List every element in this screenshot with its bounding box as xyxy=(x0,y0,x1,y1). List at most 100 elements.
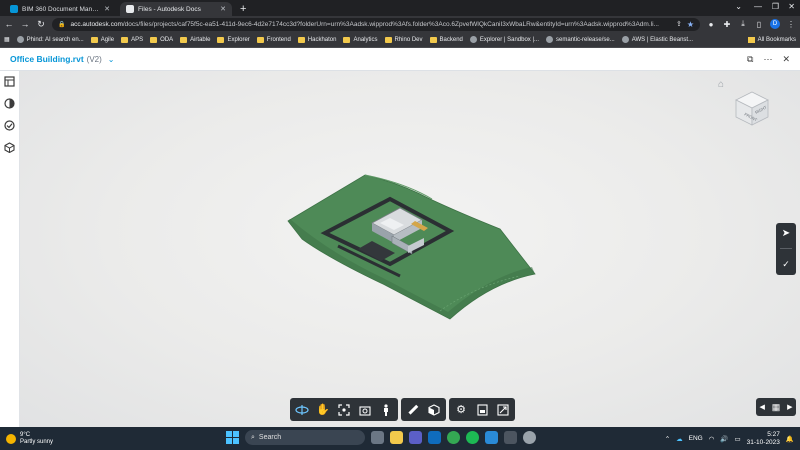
model-viewer-canvas[interactable]: ⌂ FRONT RIGHT ➤ ✓ ✋ ⚙ ◀ ▦ ▶ xyxy=(20,71,800,427)
windows-start-icon[interactable] xyxy=(226,431,239,444)
apps-grid-icon[interactable]: ▦ xyxy=(4,36,10,43)
vscode-icon[interactable] xyxy=(485,431,498,444)
onedrive-icon[interactable]: ☁ xyxy=(676,435,683,443)
bookmark-item[interactable]: semantic-release/se... xyxy=(546,36,615,43)
bookmark-item[interactable]: ODA xyxy=(150,36,173,43)
teams-icon[interactable] xyxy=(409,431,422,444)
sheets-icon[interactable] xyxy=(4,75,16,87)
viewer-bottom-toolbar: ✋ ⚙ xyxy=(290,398,515,421)
bookmark-item[interactable]: Airtable xyxy=(180,36,210,43)
share-icon[interactable]: ⇪ xyxy=(676,20,682,28)
autodesk-docs-favicon-icon xyxy=(126,5,134,13)
chevron-down-icon[interactable]: ⌄ xyxy=(108,55,115,64)
chevron-up-icon[interactable]: ⌃ xyxy=(665,435,670,443)
bookmark-item[interactable]: Frontend xyxy=(256,36,291,43)
language-indicator[interactable]: ENG xyxy=(689,435,703,442)
issues-icon[interactable] xyxy=(4,119,16,131)
prev-view-icon[interactable]: ◀ xyxy=(759,403,764,411)
settings-gear-icon[interactable]: ⚙ xyxy=(453,402,469,418)
fit-to-view-icon[interactable] xyxy=(336,402,352,418)
bookmark-label: Phind: AI search en... xyxy=(26,36,84,43)
settings-tools: ⚙ xyxy=(449,398,515,421)
folder-icon xyxy=(297,36,305,43)
more-horizontal-icon[interactable]: ⋯ xyxy=(763,54,772,65)
bookmark-item[interactable]: AWS | Elastic Beanst... xyxy=(621,36,693,43)
pan-hand-icon[interactable]: ✋ xyxy=(315,402,331,418)
close-icon[interactable]: ✕ xyxy=(220,5,226,13)
measure-ruler-icon[interactable] xyxy=(405,402,421,418)
close-icon[interactable]: ✕ xyxy=(782,54,790,65)
url-text: acc.autodesk.com/docs/files/projects/caf… xyxy=(70,21,670,28)
markup-check-icon[interactable]: ✓ xyxy=(782,259,790,270)
spotify-icon[interactable] xyxy=(466,431,479,444)
layers-icon[interactable] xyxy=(4,97,16,109)
back-icon[interactable]: ← xyxy=(4,19,14,29)
camera-icon[interactable] xyxy=(357,402,373,418)
app-icon[interactable] xyxy=(523,431,536,444)
download-icon[interactable]: ⤓ xyxy=(738,19,748,29)
terminal-icon[interactable] xyxy=(504,431,517,444)
section-box-icon[interactable] xyxy=(426,402,442,418)
bookmark-label: Agile xyxy=(100,36,115,43)
model-browser-icon[interactable] xyxy=(4,141,16,153)
bookmark-item[interactable]: Analytics xyxy=(343,36,378,43)
chrome-icon[interactable] xyxy=(447,431,460,444)
chevron-down-icon[interactable]: ⌄ xyxy=(735,2,742,11)
address-bar[interactable]: 🔒 acc.autodesk.com/docs/files/projects/c… xyxy=(52,17,700,31)
puzzle-icon[interactable]: ✚ xyxy=(722,20,732,29)
grid-view-icon[interactable]: ▦ xyxy=(772,402,781,413)
bookmark-item[interactable]: Hackhaton xyxy=(297,36,336,43)
bookmark-item[interactable]: Explorer | Sandbox |... xyxy=(469,36,539,43)
sidepanel-icon[interactable]: ▯ xyxy=(754,20,764,29)
bookmark-label: Explorer xyxy=(227,36,250,43)
bookmark-item[interactable]: Explorer xyxy=(217,36,250,43)
bookmark-item[interactable]: APS xyxy=(121,36,143,43)
bookmark-label: Backend xyxy=(439,36,463,43)
bookmark-star-icon[interactable]: ★ xyxy=(687,20,694,29)
next-view-icon[interactable]: ▶ xyxy=(787,403,792,411)
minimize-icon[interactable]: — xyxy=(754,2,762,11)
browser-tab-files[interactable]: Files - Autodesk Docs ✕ xyxy=(120,2,232,16)
document-title[interactable]: Office Building.rvt xyxy=(10,54,84,64)
file-explorer-icon[interactable] xyxy=(390,431,403,444)
bookmark-label: Frontend xyxy=(266,36,291,43)
select-cursor-icon[interactable]: ➤ xyxy=(782,228,790,239)
bookmark-item[interactable]: Backend xyxy=(429,36,463,43)
battery-icon[interactable]: ▭ xyxy=(735,435,741,443)
reload-icon[interactable]: ↻ xyxy=(36,19,46,30)
forward-icon[interactable]: → xyxy=(20,19,30,29)
document-version: (V2) xyxy=(86,54,102,64)
volume-icon[interactable]: 🔊 xyxy=(720,435,728,443)
orbit-icon[interactable] xyxy=(294,402,310,418)
window-close-icon[interactable]: ✕ xyxy=(788,2,795,11)
bookmark-item[interactable]: Agile xyxy=(90,36,115,43)
maximize-icon[interactable]: ❐ xyxy=(772,2,779,11)
home-view-icon[interactable]: ⌂ xyxy=(718,79,724,90)
wifi-icon[interactable]: ◠ xyxy=(709,435,715,443)
compare-icon[interactable]: ⧉ xyxy=(747,54,753,65)
properties-icon[interactable] xyxy=(474,402,490,418)
building-model-3d[interactable] xyxy=(20,71,800,427)
new-tab-icon[interactable]: + xyxy=(240,3,246,15)
clock[interactable]: 5:27 31-10-2023 xyxy=(747,431,780,447)
extension-icon[interactable]: ● xyxy=(706,20,716,29)
outlook-icon[interactable] xyxy=(428,431,441,444)
profile-avatar[interactable]: D xyxy=(770,19,780,29)
site-favicon-icon xyxy=(621,36,629,43)
first-person-icon[interactable] xyxy=(378,402,394,418)
all-bookmarks[interactable]: All Bookmarks xyxy=(747,36,796,43)
bookmark-item[interactable]: Rhino Dev xyxy=(384,36,423,43)
folder-icon xyxy=(150,36,158,43)
close-icon[interactable]: ✕ xyxy=(104,5,110,13)
weather-widget[interactable]: 9°C Partly sunny xyxy=(6,432,116,446)
viewcube[interactable]: FRONT RIGHT xyxy=(732,89,772,129)
browser-tab-bim360[interactable]: BIM 360 Document Manageme ✕ xyxy=(4,2,116,16)
fullscreen-icon[interactable] xyxy=(495,402,511,418)
sun-icon xyxy=(6,433,16,444)
task-view-icon[interactable] xyxy=(371,431,384,444)
notifications-icon[interactable]: 🔔 xyxy=(786,435,794,443)
taskbar-search[interactable]: ⌕ Search xyxy=(245,430,365,445)
more-vertical-icon[interactable]: ⋮ xyxy=(786,20,796,29)
bookmark-item[interactable]: Phind: AI search en... xyxy=(16,36,84,43)
bim360-favicon-icon xyxy=(10,5,18,13)
